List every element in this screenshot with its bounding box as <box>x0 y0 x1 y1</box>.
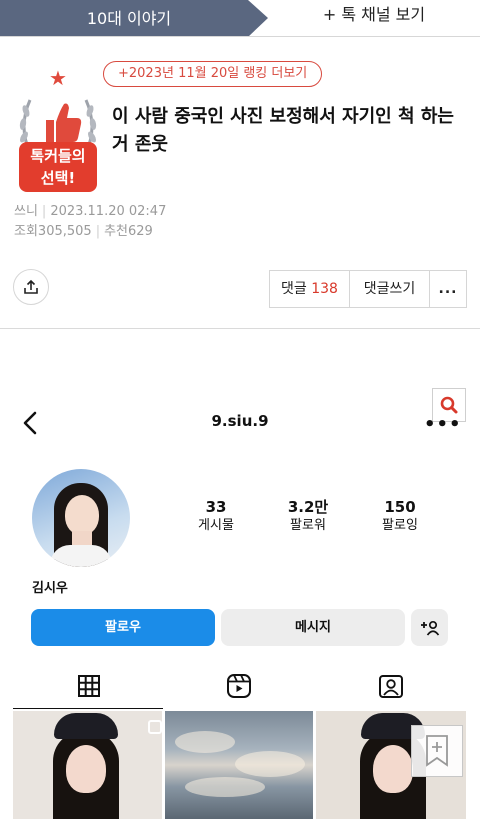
post-meta-stats: 조회305,505 | 추천629 <box>14 220 153 239</box>
grid-photo-1 <box>13 711 162 819</box>
meta-separator: | <box>41 204 47 219</box>
reels-icon <box>227 674 251 698</box>
views-label: 조회 <box>14 224 38 239</box>
ranking-more-button[interactable]: +2023년 11월 20일 랭킹 더보기 <box>103 61 323 87</box>
more-dots-icon: ••• <box>424 414 462 435</box>
photo-cap <box>54 713 118 739</box>
search-icon <box>440 396 458 414</box>
message-button: 메시지 <box>221 609 405 646</box>
likes-count: 629 <box>128 224 153 239</box>
stat-following: 150 팔로잉 <box>360 497 440 535</box>
add-user-button <box>411 609 448 646</box>
stat-followers: 3.2만 팔로워 <box>268 497 348 535</box>
instagram-display-name: 김시우 <box>32 581 68 596</box>
follow-button: 팔로우 <box>31 609 215 646</box>
grid-icon <box>78 675 100 697</box>
likes-label: 추천 <box>104 224 128 239</box>
stat-followers-label: 팔로워 <box>290 518 326 533</box>
badge-line2: 선택! <box>40 169 76 187</box>
photo-cloud <box>235 751 305 777</box>
share-icon <box>24 279 38 294</box>
stat-following-value: 150 <box>384 498 416 516</box>
bookmark-button[interactable] <box>411 725 463 777</box>
multi-photo-icon <box>148 720 162 734</box>
badge-label: 톡커들의 선택! <box>19 142 97 192</box>
add-user-icon <box>420 620 439 636</box>
instagram-username: 9.siu.9 <box>211 412 269 430</box>
badge-line1: 톡커들의 <box>30 147 86 165</box>
write-comment-button[interactable]: 댓글쓰기 <box>350 271 430 307</box>
stat-followers-value: 3.2만 <box>287 498 329 516</box>
post-meta-author: 쓰니 | 2023.11.20 02:47 <box>14 200 166 219</box>
avatar-shirt <box>50 545 112 567</box>
stat-following-label: 팔로잉 <box>382 518 418 533</box>
grid-photo-2 <box>165 711 313 819</box>
avatar-face <box>65 495 99 535</box>
comments-count: 138 <box>311 281 338 297</box>
stat-posts-value: 33 <box>205 498 227 516</box>
stat-posts: 33 게시물 <box>176 497 256 535</box>
author-name[interactable]: 쓰니 <box>14 204 38 219</box>
comments-label: 댓글 <box>281 281 307 297</box>
section-divider <box>0 328 480 329</box>
tagged-icon <box>379 675 403 698</box>
post-date: 2023.11.20 02:47 <box>50 204 167 219</box>
comment-actions: 댓글 138 댓글쓰기 ... <box>269 270 467 308</box>
photo-face <box>66 745 106 793</box>
meta-separator: | <box>95 224 101 239</box>
bookmark-add-icon <box>426 735 448 767</box>
active-tab-indicator <box>13 708 163 709</box>
top-tab-bar: 10대 이야기 + 톡 채널 보기 <box>0 0 480 37</box>
tab-10s-story[interactable]: 10대 이야기 <box>0 0 268 37</box>
talker-choice-badge: ★ 톡커들의 선택! <box>14 68 102 192</box>
tab-10s-story-label: 10대 이야기 <box>86 9 172 28</box>
topbar-divider <box>0 36 480 37</box>
photo-cloud <box>185 777 265 797</box>
grid-tab <box>74 672 104 700</box>
tab-view-channel[interactable]: + 톡 채널 보기 <box>268 0 480 37</box>
profile-avatar <box>32 469 130 567</box>
post-title: 이 사람 중국인 사진 보정해서 자기인 척 하는 거 존웃 <box>112 106 454 155</box>
photo-face <box>373 745 413 793</box>
views-count: 305,505 <box>37 224 92 239</box>
photo-cloud <box>175 731 235 753</box>
comments-button[interactable]: 댓글 138 <box>270 271 350 307</box>
more-options-button[interactable]: ... <box>430 271 466 307</box>
share-button[interactable] <box>13 269 49 305</box>
reels-tab <box>224 672 254 700</box>
stat-posts-label: 게시물 <box>198 518 234 533</box>
tagged-tab <box>376 672 406 700</box>
